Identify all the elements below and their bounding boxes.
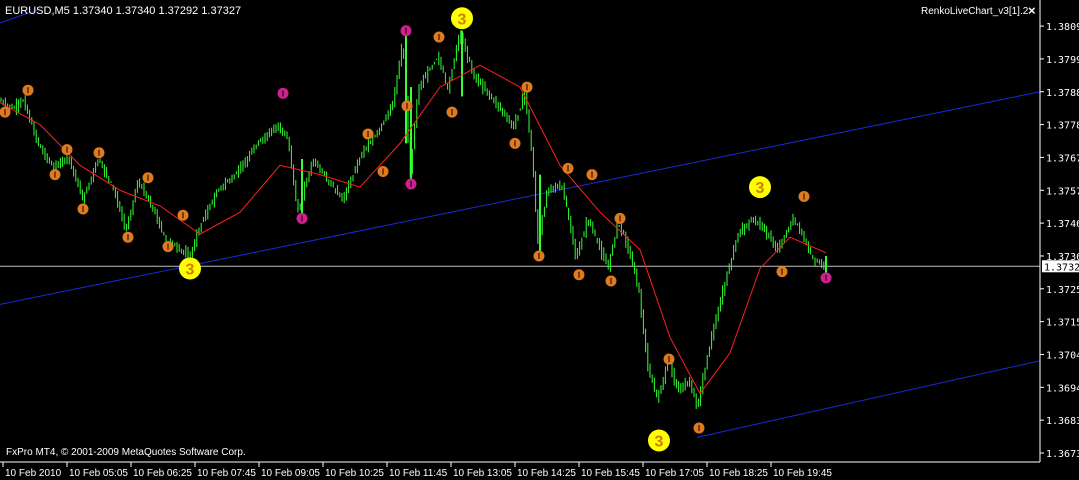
fractal-marker-orange [663, 353, 675, 365]
y-tick-label: 1.37150 [1046, 318, 1079, 329]
x-tick-label: 10 Feb 14:25 [517, 468, 576, 479]
fractal-marker-orange [49, 169, 61, 181]
x-tick-label: 10 Feb 18:25 [709, 468, 768, 479]
x-tick-label: 10 Feb 09:05 [261, 468, 320, 479]
x-tick-label: 10 Feb 07:45 [197, 468, 256, 479]
fractal-marker-orange [586, 169, 598, 181]
fractal-marker-orange [509, 137, 521, 149]
y-tick-label: 1.37570 [1046, 186, 1079, 197]
fractal-marker-magenta [296, 212, 308, 224]
fractal-marker-magenta [820, 272, 832, 284]
y-tick-label: 1.37885 [1046, 88, 1079, 99]
fractal-marker-magenta [405, 178, 417, 190]
x-tick-label: 10 Feb 06:25 [133, 468, 192, 479]
wave-label-text: 3 [186, 261, 195, 278]
chart-canvas[interactable]: 3 3 3 3 1.38095 1.37990 1.37885 1.37780 1.37675… [0, 0, 1079, 480]
y-tick-label: 1.37465 [1046, 219, 1079, 230]
fractal-marker-orange [22, 84, 34, 96]
fractal-marker-orange [401, 100, 413, 112]
wave-label-2: 3 [749, 176, 771, 199]
wave-label-1: 3 [179, 257, 201, 280]
fractal-marker-orange [562, 162, 574, 174]
y-tick-label: 1.36940 [1046, 383, 1079, 394]
fractal-marker-orange [377, 166, 389, 178]
fractal-marker-orange [362, 128, 374, 140]
fractal-marker-orange [533, 250, 545, 262]
fractal-marker-orange [77, 203, 89, 215]
symbol-info: EURUSD,M5 1.37340 1.37340 1.37292 1.3732… [5, 5, 242, 17]
y-tick-label: 1.37045 [1046, 350, 1079, 361]
close-icon[interactable]: × [1028, 3, 1036, 18]
fractal-marker-orange [693, 422, 705, 434]
fractal-marker-orange [122, 231, 134, 243]
fractal-marker-orange [93, 147, 105, 159]
y-tick-label: 1.36730 [1046, 449, 1079, 460]
fractal-marker-magenta [400, 25, 412, 37]
indicator-name: RenkoLiveChart_v3[1].2 [921, 6, 1029, 17]
wave-label-3: 3 [648, 429, 670, 452]
fractal-marker-orange [798, 191, 810, 203]
current-price-tag: 1.37327 [1042, 260, 1079, 273]
x-tick-label: 10 Feb 17:05 [645, 468, 704, 479]
fractal-marker-orange [776, 266, 788, 278]
x-tick-label: 10 Feb 11:45 [389, 468, 448, 479]
fractal-marker-orange [614, 212, 626, 224]
y-tick-label: 1.37990 [1046, 55, 1079, 66]
x-tick-label: 10 Feb 13:05 [453, 468, 512, 479]
wave-label-text: 3 [655, 433, 664, 450]
fractal-marker-orange [573, 269, 585, 281]
fractal-marker-orange [433, 31, 445, 43]
wave-label-text: 3 [756, 180, 765, 197]
fractal-marker-orange [521, 81, 533, 93]
x-tick-label: 10 Feb 10:25 [325, 468, 384, 479]
current-price-label: 1.37327 [1044, 262, 1079, 273]
fractal-marker-orange [605, 275, 617, 287]
y-tick-label: 1.37780 [1046, 121, 1079, 132]
y-tick-label: 1.37255 [1046, 285, 1079, 296]
x-tick-label: 10 Feb 19:45 [773, 468, 832, 479]
x-tick-label: 10 Feb 05:05 [69, 468, 128, 479]
y-tick-label: 1.37675 [1046, 153, 1079, 164]
fractal-marker-orange [446, 106, 458, 118]
x-tick-label: 10 Feb 2010 [5, 468, 62, 479]
copyright-text: FxPro MT4, © 2001-2009 MetaQuotes Softwa… [6, 447, 246, 458]
fractal-marker-orange [61, 144, 73, 156]
fractal-marker-orange [0, 106, 11, 118]
fractal-marker-orange [177, 209, 189, 221]
fractal-marker-magenta [277, 87, 289, 99]
x-tick-label: 10 Feb 15:45 [581, 468, 640, 479]
y-tick-label: 1.36835 [1046, 416, 1079, 427]
fractal-marker-orange [142, 172, 154, 184]
y-tick-label: 1.38095 [1046, 22, 1079, 33]
wave-label-text: 3 [458, 11, 467, 28]
fractal-marker-orange [162, 241, 174, 253]
wave-label-0: 3 [451, 7, 473, 30]
